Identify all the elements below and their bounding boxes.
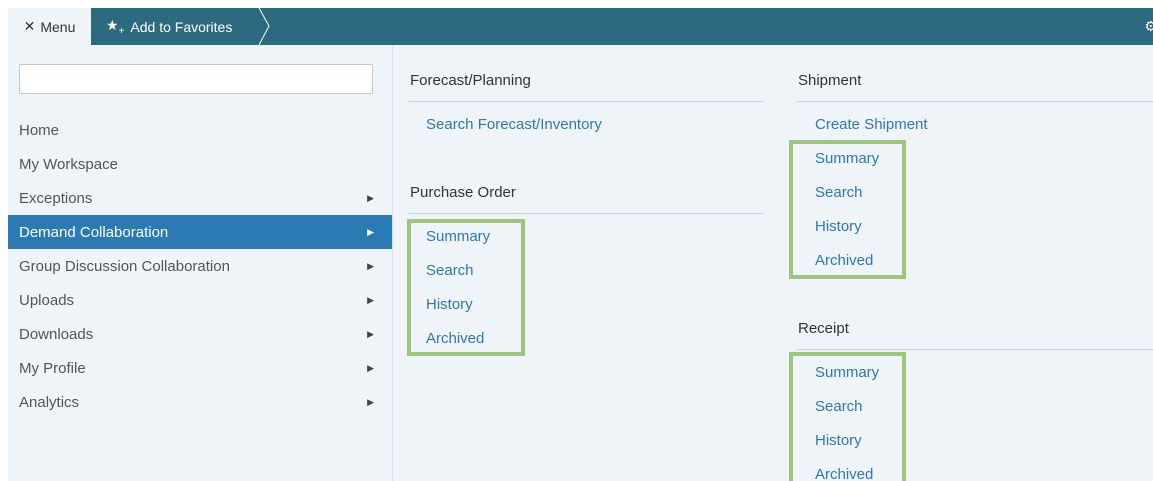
sidebar-item-label: Analytics bbox=[19, 393, 80, 411]
caret-right-icon: ▶ bbox=[367, 328, 374, 339]
section-title-forecast: Forecast/Planning bbox=[410, 72, 531, 89]
link-receipt-archived[interactable]: Archived bbox=[815, 466, 873, 481]
sidebar-item-label: Uploads bbox=[19, 291, 75, 309]
star-plus-icon: ★+ bbox=[106, 16, 125, 37]
caret-right-icon: ▶ bbox=[367, 362, 374, 373]
link-shipment-summary[interactable]: Summary bbox=[815, 150, 879, 167]
sidebar-item-downloads[interactable]: Downloads ▶ bbox=[8, 317, 392, 351]
sidebar-item-label: My Profile bbox=[19, 359, 86, 377]
link-shipment-search[interactable]: Search bbox=[815, 184, 863, 201]
sidebar: Home My Workspace Exceptions ▶ Demand Col… bbox=[8, 45, 393, 481]
section-title-shipment: Shipment bbox=[798, 72, 862, 89]
link-po-search[interactable]: Search bbox=[426, 262, 474, 279]
add-to-favorites-button[interactable]: ★+ Add to Favorites bbox=[103, 8, 271, 45]
menu-search-input[interactable] bbox=[19, 64, 373, 94]
caret-right-icon: ▶ bbox=[367, 192, 374, 203]
link-receipt-search[interactable]: Search bbox=[815, 398, 863, 415]
link-shipment-archived[interactable]: Archived bbox=[815, 252, 873, 269]
caret-right-icon: ▶ bbox=[367, 226, 374, 237]
app-frame: ✕ Menu ★+ Add to Favorites ⚙ Home My Wor… bbox=[8, 8, 1153, 481]
gear-icon[interactable]: ⚙ bbox=[1144, 18, 1153, 35]
menu-label: Menu bbox=[40, 18, 76, 35]
section-divider bbox=[409, 213, 764, 214]
caret-right-icon: ▶ bbox=[367, 294, 374, 305]
section-divider bbox=[797, 101, 1153, 102]
sidebar-item-home[interactable]: Home bbox=[8, 113, 392, 147]
sidebar-item-uploads[interactable]: Uploads ▶ bbox=[8, 283, 392, 317]
link-po-summary[interactable]: Summary bbox=[426, 228, 490, 245]
link-create-shipment[interactable]: Create Shipment bbox=[815, 116, 928, 133]
sidebar-item-analytics[interactable]: Analytics ▶ bbox=[8, 385, 392, 419]
sidebar-item-label: Demand Collaboration bbox=[19, 223, 169, 241]
sidebar-item-label: Exceptions bbox=[19, 189, 93, 207]
sidebar-item-label: Group Discussion Collaboration bbox=[19, 257, 230, 275]
menu-toggle-button[interactable]: ✕ Menu bbox=[8, 8, 91, 45]
link-po-archived[interactable]: Archived bbox=[426, 330, 484, 347]
link-po-history[interactable]: History bbox=[426, 296, 473, 313]
link-shipment-history[interactable]: History bbox=[815, 218, 862, 235]
section-divider bbox=[797, 349, 1153, 350]
sidebar-item-group-discussion[interactable]: Group Discussion Collaboration ▶ bbox=[8, 249, 392, 283]
section-title-receipt: Receipt bbox=[798, 320, 849, 337]
sidebar-item-label: My Workspace bbox=[19, 155, 118, 173]
close-icon: ✕ bbox=[23, 18, 36, 34]
caret-right-icon: ▶ bbox=[367, 260, 374, 271]
section-divider bbox=[409, 101, 764, 102]
sidebar-item-label: Downloads bbox=[19, 325, 94, 343]
favorites-label: Add to Favorites bbox=[130, 18, 233, 35]
sidebar-item-my-profile[interactable]: My Profile ▶ bbox=[8, 351, 392, 385]
link-receipt-history[interactable]: History bbox=[815, 432, 862, 449]
link-receipt-summary[interactable]: Summary bbox=[815, 364, 879, 381]
sidebar-item-label: Home bbox=[19, 121, 60, 139]
breadcrumb-chevron-icon bbox=[258, 8, 270, 45]
link-search-forecast-inventory[interactable]: Search Forecast/Inventory bbox=[426, 116, 602, 133]
sidebar-item-my-workspace[interactable]: My Workspace bbox=[8, 147, 392, 181]
caret-right-icon: ▶ bbox=[367, 396, 374, 407]
sidebar-item-exceptions[interactable]: Exceptions ▶ bbox=[8, 181, 392, 215]
section-title-purchase-order: Purchase Order bbox=[410, 184, 516, 201]
sidebar-nav: Home My Workspace Exceptions ▶ Demand Col… bbox=[8, 113, 392, 419]
sidebar-item-demand-collaboration[interactable]: Demand Collaboration ▶ bbox=[8, 215, 392, 249]
top-bar: ✕ Menu ★+ Add to Favorites ⚙ bbox=[8, 8, 1153, 45]
